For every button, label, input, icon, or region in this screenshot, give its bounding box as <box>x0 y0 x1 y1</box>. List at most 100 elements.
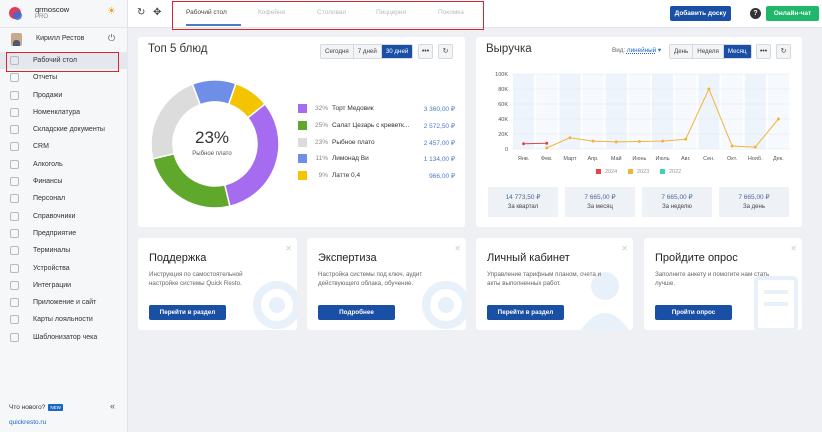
sidebar-item-receipt[interactable]: Шаблонизатор чека <box>0 329 128 346</box>
help-icon[interactable]: ? <box>750 8 761 19</box>
data-point-2024[interactable] <box>522 142 526 146</box>
legend-item-2023[interactable]: 2023 <box>628 169 649 175</box>
close-icon[interactable]: ✕ <box>454 244 461 253</box>
period-7days[interactable]: 7 дней <box>353 45 382 58</box>
legend-value: 1 134,00 ₽ <box>423 156 455 163</box>
loyalty-card-icon <box>10 315 19 325</box>
sidebar-item-terminals[interactable]: Терминалы <box>0 242 128 259</box>
data-point-2023[interactable] <box>753 145 757 149</box>
online-chat-button[interactable]: Онлайн-чат <box>766 6 819 21</box>
expertise-card: ✕ Экспертиза Настройка системы под ключ,… <box>307 238 466 330</box>
more-icon[interactable]: ••• <box>418 44 433 59</box>
sidebar-item-app[interactable]: Приложение и сайт <box>0 294 128 311</box>
legend-swatch <box>596 169 601 175</box>
sidebar-item-loyalty[interactable]: Карты лояльности <box>0 311 128 328</box>
support-go-button[interactable]: Перейти в раздел <box>149 305 226 320</box>
data-point-2024[interactable] <box>545 141 549 145</box>
x-tick-label: Июль <box>656 156 670 162</box>
expertise-more-button[interactable]: Подробнее <box>318 305 395 320</box>
revenue-title: Выручка <box>486 43 532 55</box>
user-name: Кирилл Рестов <box>36 35 85 42</box>
user-profile[interactable]: Кирилл Рестов ⏻ <box>0 32 128 48</box>
x-tick-label: Фев. <box>541 156 553 162</box>
whats-new-link[interactable]: Что нового? NEW <box>9 404 63 411</box>
sidebar-item-label: Продажи <box>33 91 63 99</box>
legend-name: Торт Медовик <box>332 105 374 112</box>
x-tick-label: Окт. <box>727 156 738 162</box>
sidebar-item-warehouse[interactable]: Складские документы <box>0 121 128 138</box>
sidebar-item-label: Приложение и сайт <box>33 299 97 307</box>
data-point-2023[interactable] <box>591 139 595 143</box>
close-icon[interactable]: ✕ <box>621 244 628 253</box>
data-point-2023[interactable] <box>776 117 780 121</box>
reload-icon[interactable]: ↻ <box>438 44 453 59</box>
device-icon <box>10 263 19 273</box>
data-point-2023[interactable] <box>730 144 734 148</box>
y-tick-label: 40K <box>498 117 508 123</box>
data-point-2023[interactable] <box>614 140 618 144</box>
donut-slice[interactable] <box>151 152 231 209</box>
move-icon[interactable]: ✥ <box>153 7 161 18</box>
legend-value: 2 457,00 ₽ <box>423 140 455 147</box>
account-go-button[interactable]: Перейти в раздел <box>487 305 564 320</box>
sidebar-item-alcohol[interactable]: Алкоголь <box>0 156 128 173</box>
legend-swatch <box>628 169 633 175</box>
data-point-2023[interactable] <box>707 87 711 91</box>
chart-band <box>513 74 535 149</box>
data-point-2023[interactable] <box>661 139 665 143</box>
reload-icon[interactable]: ↻ <box>776 44 791 59</box>
period-day[interactable]: День <box>670 45 694 58</box>
survey-button[interactable]: Пройти опрос <box>655 305 732 320</box>
close-icon[interactable]: ✕ <box>285 244 292 253</box>
x-tick-label: Июнь <box>632 156 646 162</box>
new-badge: NEW <box>48 404 63 411</box>
view-selector[interactable]: Вид: линейный ▾ <box>612 47 661 54</box>
period-month[interactable]: Месяц <box>723 45 751 58</box>
view-value: линейный <box>626 47 657 54</box>
top5-legend-row: 11% Лимонад Ви 1 134,00 ₽ <box>298 154 455 164</box>
data-point-2023[interactable] <box>684 137 688 141</box>
legend-label: 2024 <box>605 169 618 175</box>
period-today[interactable]: Сегодня <box>321 45 354 58</box>
data-point-2023[interactable] <box>545 146 549 150</box>
legend-swatch <box>298 121 307 130</box>
sidebar-item-finance[interactable]: Финансы <box>0 173 128 190</box>
more-icon[interactable]: ••• <box>756 44 771 59</box>
period-week[interactable]: Неделя <box>693 45 724 58</box>
sidebar-item-directory[interactable]: Справочники <box>0 208 128 225</box>
sidebar: qrmoscow PRO ☀ Кирилл Рестов ⏻ Рабочий с… <box>0 0 128 432</box>
sidebar-item-integrations[interactable]: Интеграции <box>0 277 128 294</box>
sidebar-item-sales[interactable]: Продажи <box>0 87 128 104</box>
sidebar-item-enterprise[interactable]: Предприятие <box>0 225 128 242</box>
site-link[interactable]: quickresto.ru <box>9 419 46 426</box>
add-desk-button[interactable]: Добавить доску <box>670 6 731 21</box>
period-30days[interactable]: 30 дней <box>381 45 413 58</box>
receipt-icon <box>10 332 19 342</box>
sidebar-item-label: Номенклатура <box>33 108 80 116</box>
refresh-icon[interactable]: ↻ <box>137 7 145 18</box>
data-point-2023[interactable] <box>637 140 641 143</box>
legend-item-2022[interactable]: 2022 <box>660 169 681 175</box>
theme-toggle-icon[interactable]: ☀ <box>107 6 116 17</box>
sidebar-item-crm[interactable]: CRM <box>0 138 128 155</box>
legend-name: Лимонад Ви <box>332 155 369 162</box>
series-line-2024 <box>523 142 547 145</box>
legend-pct: 25% <box>314 122 328 129</box>
sidebar-item-nomenclature[interactable]: Номенклатура <box>0 104 128 121</box>
legend-value: 2 572,50 ₽ <box>423 123 455 130</box>
close-icon[interactable]: ✕ <box>790 244 797 253</box>
legend-pct: 32% <box>314 105 328 112</box>
logout-icon[interactable]: ⏻ <box>108 33 115 44</box>
donut-slice[interactable] <box>191 79 237 106</box>
chart-band <box>721 74 743 149</box>
data-point-2023[interactable] <box>568 136 572 140</box>
top5-period-selector: Сегодня 7 дней 30 дней <box>320 44 414 59</box>
sidebar-item-staff[interactable]: Персонал <box>0 190 128 207</box>
legend-item-2024[interactable]: 2024 <box>596 169 617 175</box>
sidebar-item-label: Отчеты <box>33 74 58 82</box>
sidebar-item-label: Складские документы <box>33 126 105 134</box>
card-title: Поддержка <box>149 252 207 264</box>
collapse-sidebar-icon[interactable]: « <box>110 401 115 411</box>
sidebar-item-devices[interactable]: Устройства <box>0 260 128 277</box>
legend-name: Салат Цезарь с креветк... <box>332 122 410 129</box>
